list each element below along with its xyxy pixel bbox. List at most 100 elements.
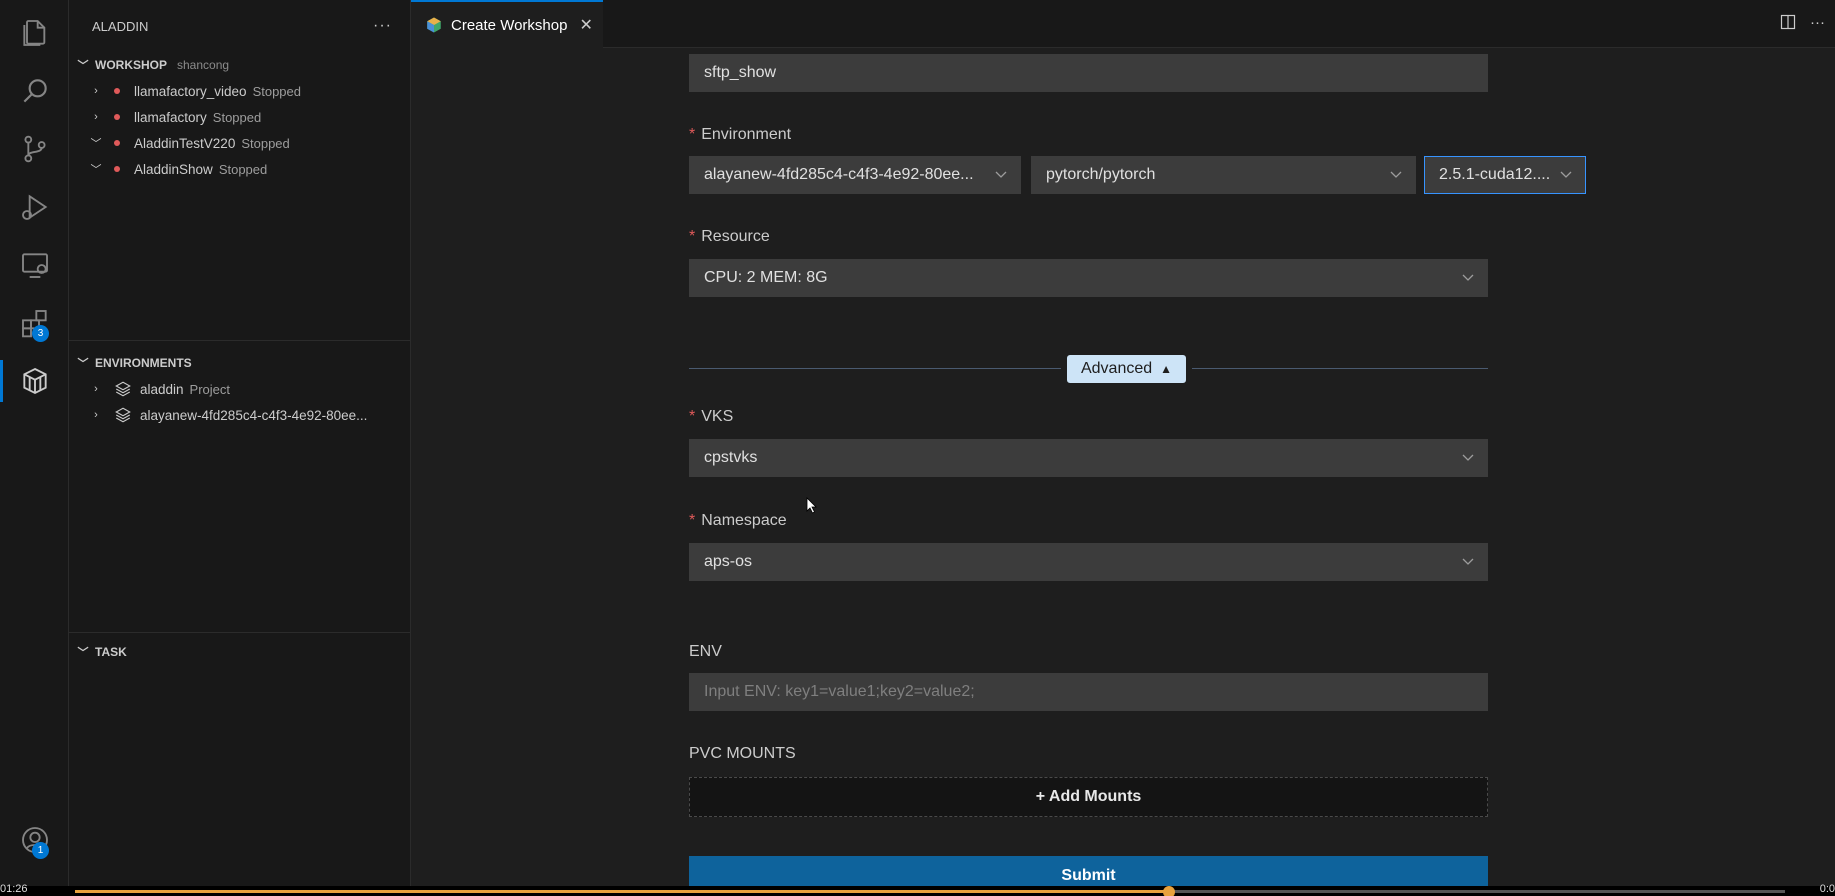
chevron-down-icon	[1462, 558, 1474, 565]
vks-select[interactable]: cpstvks	[689, 439, 1488, 477]
task-section: ﹀ TASK	[69, 632, 410, 665]
tag-select-value: 2.5.1-cuda12....	[1439, 166, 1551, 183]
advanced-divider-left	[689, 368, 1061, 369]
namespace-label-text: Namespace	[701, 512, 787, 529]
required-asterisk: *	[689, 408, 696, 425]
more-actions-icon[interactable]: ···	[373, 17, 392, 35]
chevron-right-icon: ›	[94, 409, 98, 421]
namespace-select[interactable]: aps-os	[689, 543, 1488, 581]
chevron-down-icon	[1560, 171, 1572, 178]
chevron-right-icon: ›	[94, 111, 98, 123]
chevron-right-icon: ›	[94, 383, 98, 395]
files-icon[interactable]	[0, 4, 69, 62]
resource-select[interactable]: CPU: 2 MEM: 8G	[689, 259, 1488, 297]
source-control-icon[interactable]	[0, 120, 69, 178]
image-select-value: pytorch/pytorch	[1046, 166, 1156, 183]
search-icon[interactable]	[0, 62, 69, 120]
add-mounts-button[interactable]: + Add Mounts	[689, 777, 1488, 817]
tab-create-workshop[interactable]: Create Workshop ✕	[411, 0, 603, 48]
resource-label-text: Resource	[701, 228, 770, 245]
vks-select-value: cpstvks	[704, 449, 758, 466]
aladdin-icon[interactable]	[0, 352, 69, 410]
split-editor-icon[interactable]	[1780, 14, 1796, 34]
account-badge: 1	[32, 842, 49, 859]
account-icon[interactable]: 1	[0, 811, 69, 869]
environments-section: ﹀ ENVIRONMENTS › aladdin Project › alaya…	[69, 340, 410, 632]
workshop-title: WORKSHOP	[95, 58, 167, 72]
extensions-badge: 3	[32, 325, 49, 342]
sidebar-header: ALADDIN ···	[69, 0, 410, 52]
chevron-down-icon: ﹀	[77, 647, 89, 659]
vks-label-text: VKS	[701, 408, 734, 425]
editor-content: sftp_show * Environment alayanew-4fd285c4…	[411, 48, 1835, 896]
tab-bar: Create Workshop ✕ ···	[411, 0, 1835, 48]
workshop-item-status: Stopped	[252, 83, 301, 99]
environment-item-aladdin[interactable]: › aladdin Project	[69, 376, 410, 402]
environments-section-header[interactable]: ﹀ ENVIRONMENTS	[69, 350, 410, 376]
env-input[interactable]: Input ENV: key1=value1;key2=value2;	[689, 673, 1488, 711]
chevron-right-icon: ›	[94, 85, 98, 97]
required-asterisk: *	[689, 126, 696, 143]
video-progress-bar[interactable]: 01:26 0:0	[0, 883, 1835, 896]
video-progress-knob[interactable]	[1163, 886, 1176, 896]
aladdin-tab-icon	[427, 17, 441, 33]
workshop-item-name: llamafactory_video	[134, 83, 247, 99]
workshop-item-aladdinshow[interactable]: ﹀ AladdinShow Stopped	[69, 156, 410, 182]
workshop-section: ﹀ WORKSHOP shancong › llamafactory_video…	[69, 52, 410, 340]
workshop-item-status: Stopped	[218, 161, 268, 177]
tag-select[interactable]: 2.5.1-cuda12....	[1424, 156, 1586, 194]
environment-item-name: aladdin	[140, 381, 184, 397]
mouse-cursor-icon	[806, 497, 817, 514]
namespace-label: * Namespace	[689, 512, 787, 530]
workshop-user: shancong	[177, 58, 230, 72]
tab-label: Create Workshop	[451, 16, 568, 34]
activity-bar: 3 1	[0, 0, 69, 896]
workshop-section-header[interactable]: ﹀ WORKSHOP shancong	[69, 52, 410, 78]
status-dot-icon	[114, 166, 120, 172]
chevron-down-icon	[1462, 454, 1474, 461]
resource-label: * Resource	[689, 228, 770, 246]
chevron-down-icon: ﹀	[77, 60, 89, 72]
sidebar-title: ALADDIN	[92, 18, 149, 34]
advanced-label: Advanced	[1080, 360, 1153, 377]
task-title: TASK	[95, 645, 127, 659]
run-debug-icon[interactable]	[0, 178, 69, 236]
extensions-icon[interactable]: 3	[0, 294, 69, 352]
pvc-mounts-label: PVC MOUNTS	[689, 745, 796, 762]
chevron-down-icon	[1390, 171, 1402, 178]
task-section-header[interactable]: ﹀ TASK	[69, 639, 410, 665]
workshop-item-llamafactory-video[interactable]: › llamafactory_video Stopped	[69, 78, 410, 104]
advanced-toggle-button[interactable]: Advanced ▲	[1067, 355, 1186, 383]
environment-item-desc: Project	[189, 381, 231, 397]
workshop-item-llamafactory[interactable]: › llamafactory Stopped	[69, 104, 410, 130]
environment-label: * Environment	[689, 126, 791, 144]
resource-select-value: CPU: 2 MEM: 8G	[704, 269, 828, 286]
workshop-item-aladdintestv220[interactable]: ﹀ AladdinTestV220 Stopped	[69, 130, 410, 156]
required-asterisk: *	[689, 228, 696, 245]
name-input[interactable]: sftp_show	[689, 54, 1488, 92]
chevron-down-icon	[995, 171, 1007, 178]
image-select[interactable]: pytorch/pytorch	[1031, 156, 1416, 194]
layers-icon	[115, 407, 131, 423]
environment-label-text: Environment	[701, 126, 792, 143]
workshop-item-name: llamafactory	[134, 109, 207, 125]
required-asterisk: *	[689, 512, 696, 529]
editor-actions: ···	[1780, 14, 1825, 34]
chevron-down-icon: ﹀	[90, 138, 102, 150]
status-dot-icon	[114, 88, 120, 94]
advanced-divider-right	[1192, 368, 1488, 369]
video-time-elapsed: 01:26	[0, 883, 28, 895]
environment-item-alayanew[interactable]: › alayanew-4fd285c4-c4f3-4e92-80ee...	[69, 402, 410, 428]
environment-select-value: alayanew-4fd285c4-c4f3-4e92-80ee...	[704, 166, 974, 183]
video-progress-track[interactable]	[75, 886, 1785, 896]
caret-up-icon: ▲	[1160, 362, 1173, 376]
env-label: ENV	[689, 643, 722, 660]
close-icon[interactable]: ✕	[579, 15, 592, 35]
workshop-item-status: Stopped	[212, 109, 262, 125]
environments-title: ENVIRONMENTS	[95, 356, 192, 370]
environment-select[interactable]: alayanew-4fd285c4-c4f3-4e92-80ee...	[689, 156, 1021, 194]
video-time-total: 0:0	[1819, 883, 1835, 895]
sidebar: ALADDIN ··· ﹀ WORKSHOP shancong › llamaf…	[69, 0, 411, 896]
remote-explorer-icon[interactable]	[0, 236, 69, 294]
more-actions-icon[interactable]: ···	[1810, 14, 1825, 34]
